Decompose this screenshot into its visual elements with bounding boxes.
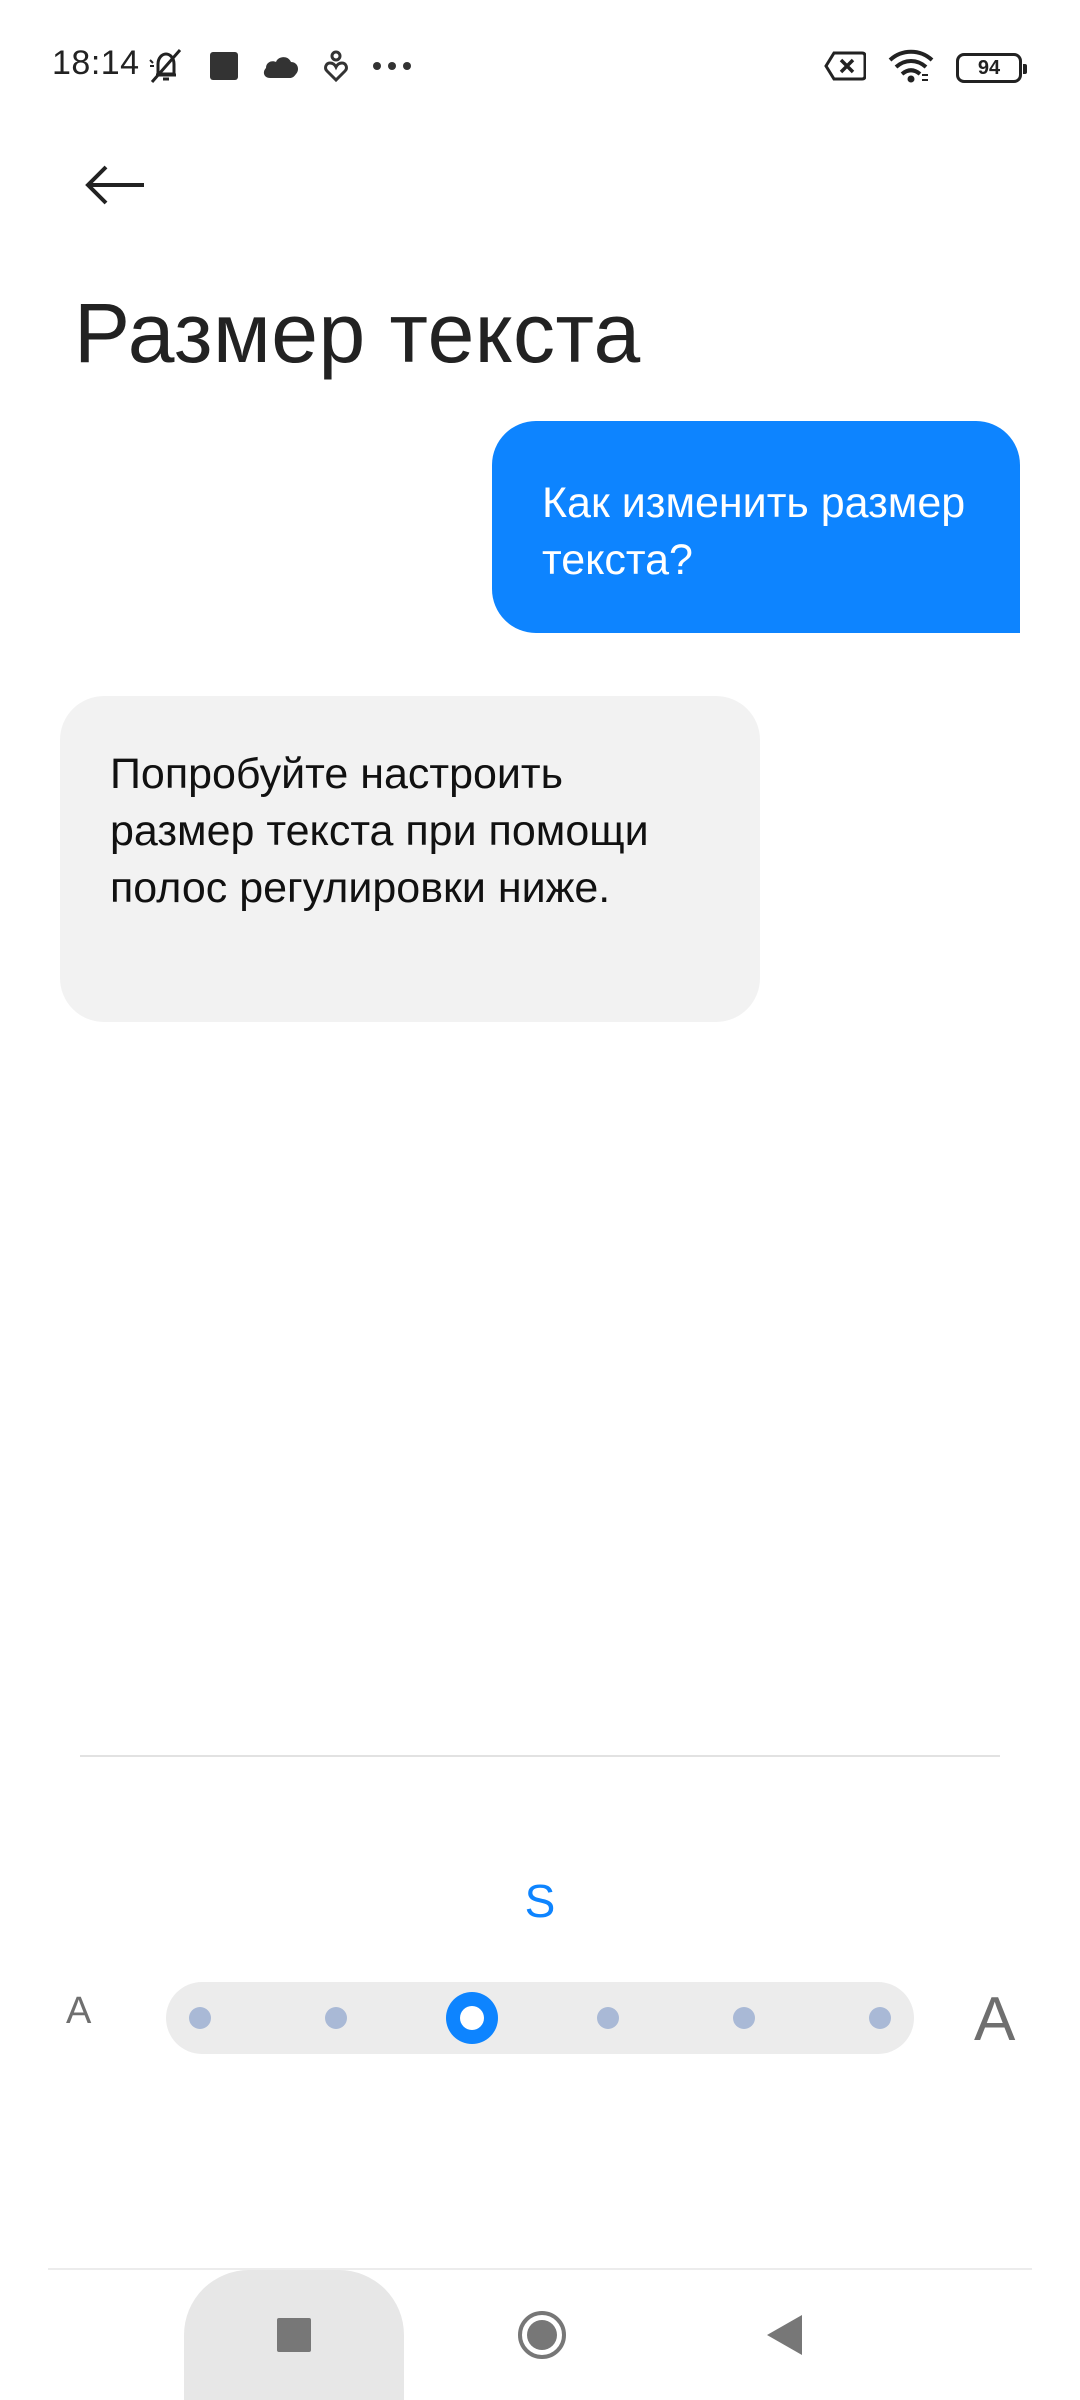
- navigation-bar: [0, 2270, 1080, 2400]
- incoming-message-bubble: Попробуйте настроить размер текста при п…: [60, 696, 760, 1022]
- current-size-label: S: [524, 1875, 556, 1927]
- slider-stop[interactable]: [869, 2007, 891, 2029]
- cloud-icon: [262, 52, 300, 80]
- back-button[interactable]: [76, 150, 156, 220]
- location-heart-icon: [322, 49, 350, 83]
- mute-icon: [146, 46, 186, 86]
- recents-button[interactable]: [184, 2270, 404, 2400]
- slider-thumb[interactable]: [446, 1992, 498, 2044]
- triangle-back-icon: [767, 2315, 802, 2355]
- nav-back-button[interactable]: [754, 2270, 814, 2400]
- wifi-icon: [888, 49, 934, 88]
- status-bar: 18:14 94: [0, 0, 1080, 132]
- battery-level: 94: [977, 56, 1001, 79]
- no-sim-icon: [824, 51, 867, 86]
- large-text-icon: A: [974, 1985, 1016, 2054]
- home-button[interactable]: [510, 2270, 574, 2400]
- divider: [80, 1755, 1000, 1757]
- status-icons-right: 94: [824, 48, 1027, 88]
- circle-home-icon: [518, 2311, 566, 2359]
- square-notification-icon: [208, 50, 240, 82]
- incoming-message-text: Попробуйте настроить размер текста при п…: [110, 750, 649, 912]
- slider-stop[interactable]: [733, 2007, 755, 2029]
- page-title: Размер текста: [74, 286, 641, 380]
- text-size-slider[interactable]: [166, 1982, 914, 2054]
- status-icons-left: [146, 46, 412, 86]
- slider-stop[interactable]: [325, 2007, 347, 2029]
- square-recents-icon: [277, 2318, 311, 2352]
- slider-stop[interactable]: [189, 2007, 211, 2029]
- more-dots-icon: [372, 61, 412, 71]
- slider-stop[interactable]: [597, 2007, 619, 2029]
- arrow-left-icon: [85, 165, 144, 205]
- outgoing-message-text: Как изменить размер текста?: [542, 479, 966, 584]
- battery-icon: 94: [956, 53, 1027, 83]
- outgoing-message-bubble: Как изменить размер текста?: [492, 421, 1020, 633]
- small-text-icon: A: [66, 1990, 92, 2032]
- status-time: 18:14: [52, 44, 140, 82]
